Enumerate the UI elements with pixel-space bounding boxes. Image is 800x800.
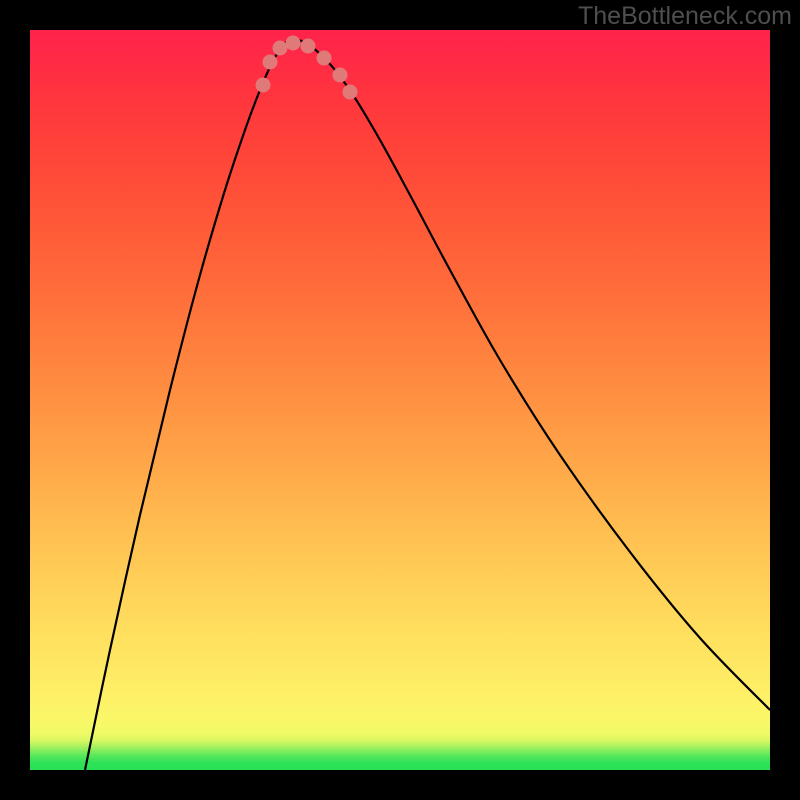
chart-frame: TheBottleneck.com	[0, 0, 800, 800]
watermark-label: TheBottleneck.com	[578, 2, 792, 31]
marker-group	[256, 36, 358, 100]
marker-dot	[256, 78, 271, 93]
marker-dot	[286, 36, 301, 51]
chart-svg	[30, 30, 770, 770]
marker-dot	[343, 85, 358, 100]
marker-dot	[317, 51, 332, 66]
marker-dot	[333, 68, 348, 83]
bottleneck-curve	[85, 39, 770, 770]
marker-dot	[301, 39, 316, 54]
marker-dot	[273, 41, 288, 56]
plot-area	[30, 30, 770, 770]
marker-dot	[263, 55, 278, 70]
